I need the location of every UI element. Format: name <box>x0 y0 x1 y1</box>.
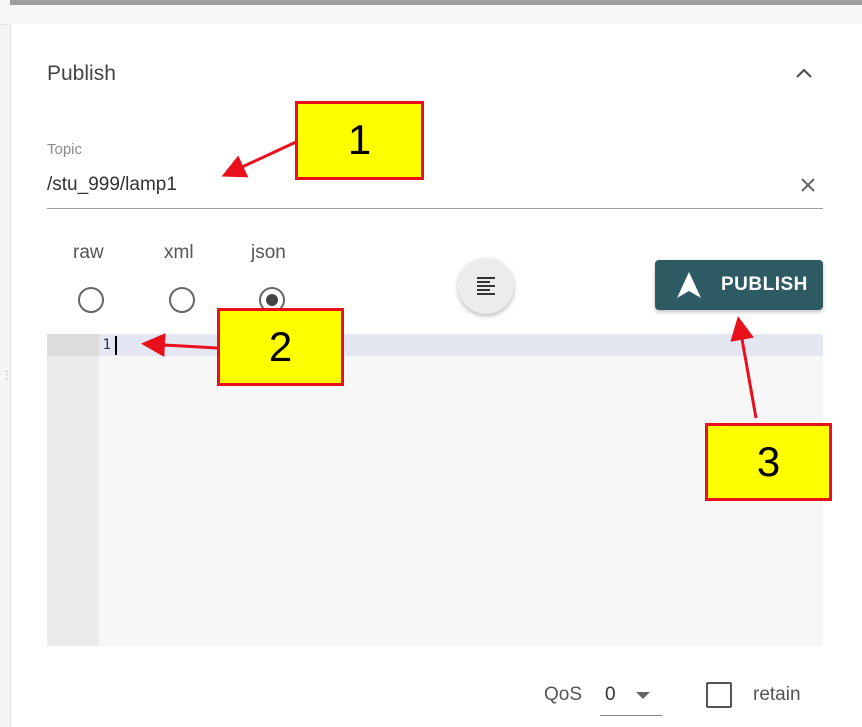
qos-select[interactable]: 0 <box>605 684 616 706</box>
format-align-icon <box>477 277 495 295</box>
active-line <box>47 334 823 356</box>
format-xml-radio[interactable] <box>169 287 195 313</box>
line-gutter <box>47 334 99 646</box>
retain-label: retain <box>753 684 801 705</box>
callout-3: 3 <box>705 423 832 501</box>
text-cursor <box>115 336 117 355</box>
line-number: 1 <box>102 337 111 353</box>
qos-label: QoS <box>544 684 583 705</box>
publish-button-label: PUBLISH <box>721 274 808 295</box>
resize-handle[interactable]: ⋮ <box>2 371 12 397</box>
panel-title: Publish <box>47 62 116 85</box>
format-raw-radio[interactable] <box>78 287 104 313</box>
retain-checkbox[interactable] <box>706 682 732 708</box>
top-bar-edge <box>10 0 862 5</box>
topic-underline <box>47 208 823 209</box>
format-json-label: json <box>251 242 286 263</box>
callout-1: 1 <box>295 101 424 180</box>
format-raw-label: raw <box>73 242 104 263</box>
chevron-up-icon[interactable] <box>792 62 816 86</box>
callout-2: 2 <box>217 308 344 386</box>
topic-label: Topic <box>47 141 83 158</box>
send-icon <box>677 272 701 298</box>
clear-icon[interactable] <box>799 176 817 194</box>
format-xml-label: xml <box>164 242 194 263</box>
chevron-down-icon[interactable] <box>636 692 650 699</box>
qos-underline <box>600 715 662 716</box>
format-button[interactable] <box>458 258 514 314</box>
topic-input[interactable]: /stu_999/lamp1 <box>47 174 177 196</box>
publish-button[interactable]: PUBLISH <box>655 260 823 310</box>
